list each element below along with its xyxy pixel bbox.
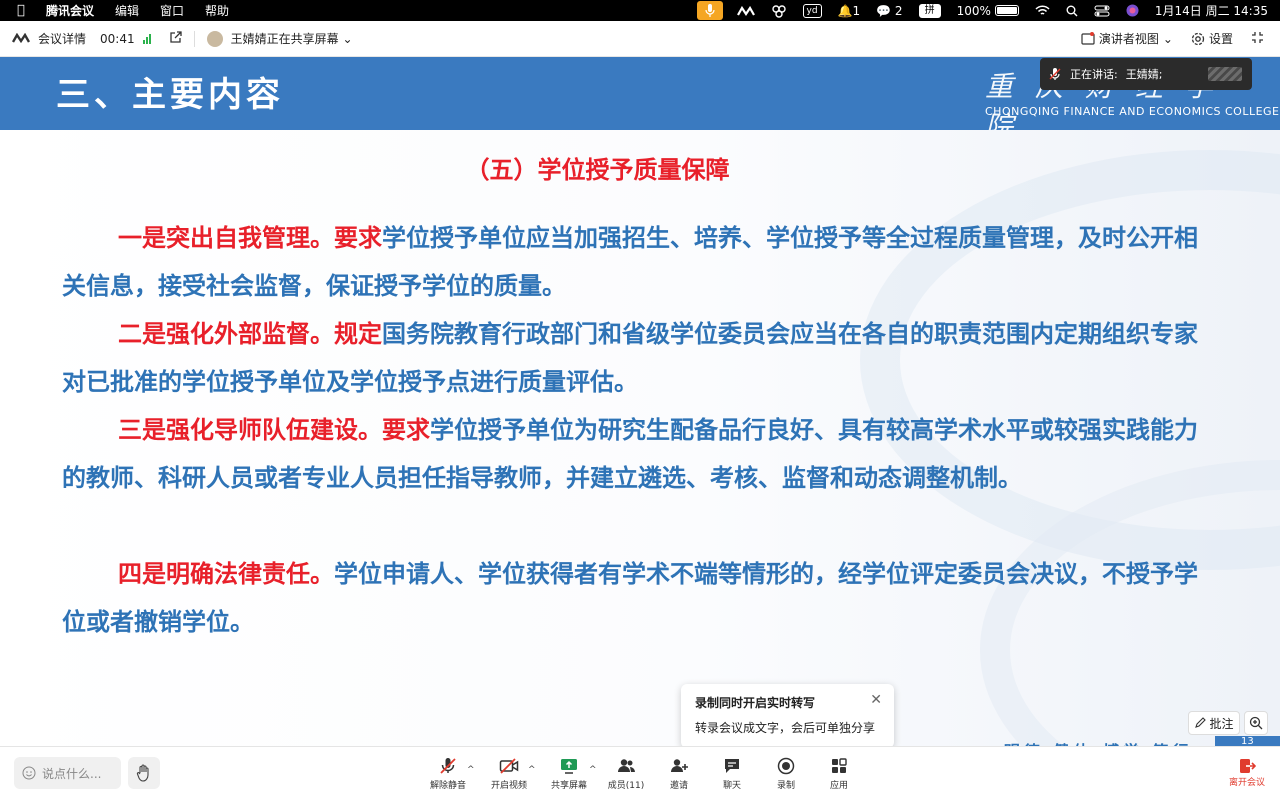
apple-menu-icon[interactable]:  (17, 3, 33, 18)
fullscreen-exit-icon[interactable] (1251, 31, 1264, 47)
battery-icon (994, 5, 1019, 16)
emoji-icon (22, 766, 36, 780)
members-button[interactable]: 成员(11) (601, 757, 651, 791)
share-screen-icon (561, 759, 577, 774)
share-screen-button[interactable]: 共享屏幕 (544, 757, 594, 791)
youdao-tray-icon[interactable]: yd (795, 0, 830, 21)
active-speaker-toast: 正在讲话: 王婧婧; (1040, 58, 1252, 90)
menu-help[interactable]: 帮助 (205, 2, 229, 19)
sharing-status-dropdown[interactable]: 王婧婧正在共享屏幕 ⌄ (231, 30, 353, 47)
add-user-icon (671, 759, 688, 772)
apps-grid-icon (832, 758, 847, 773)
presenter-view-icon (1081, 32, 1095, 45)
network-signal-icon[interactable] (142, 33, 151, 44)
leave-meeting-button[interactable]: 离开会议 (1222, 757, 1272, 788)
slide-paragraph: 四是明确法律责任。学位申请人、学位获得者有学术不端等情形的，经学位评定委员会决议… (62, 560, 1198, 636)
meeting-toolbar: 说点什么... 解除静音 ^ 开启视频 ^ 共享屏幕 ^ 成员(11) 邀请 聊… (0, 746, 1280, 800)
meeting-topbar: 会议详情 00:41 王婧婧正在共享屏幕 ⌄ 演讲者视图 ⌄ 设置 (0, 21, 1280, 57)
macos-menubar:  腾讯会议 编辑 窗口 帮助 yd 🔔1 💬 2 拼 100% 1月14日 周… (0, 0, 1280, 21)
members-icon (618, 759, 635, 772)
meeting-logo-icon (11, 32, 31, 46)
chat-icon (725, 759, 739, 773)
pen-icon (1195, 717, 1207, 728)
battery-percent: 100% (956, 3, 991, 18)
unmute-button[interactable]: 解除静音 (423, 757, 473, 791)
app-tray-icon[interactable] (763, 0, 795, 21)
speaking-label: 正在讲话: (1070, 68, 1118, 81)
notification-bell-icon[interactable]: 🔔 1 (830, 0, 869, 21)
microphone-status-icon[interactable] (696, 1, 723, 20)
raise-hand-icon (136, 764, 149, 782)
input-method-icon[interactable]: 拼 (911, 0, 949, 21)
shared-slide: （五）学位授予质量保障 一是突出自我管理。要求学位授予单位应当加强招生、培养、学… (0, 130, 1280, 746)
annotate-button[interactable]: 批注 (1188, 711, 1240, 735)
camera-off-icon (499, 758, 519, 774)
share-options-caret[interactable]: ^ (589, 765, 597, 775)
zoom-in-button[interactable] (1244, 711, 1268, 735)
popup-title: 录制同时开启实时转写 (695, 696, 816, 710)
slide-paragraph: 二是强化外部监督。规定国务院教育行政部门和省级学位委员会应当在各自的职责范围内定… (62, 320, 1198, 396)
record-button[interactable]: 录制 (761, 757, 811, 791)
college-logo-english: CHONGQING FINANCE AND ECONOMICS COLLEGE (985, 105, 1280, 118)
chat-placeholder: 说点什么... (42, 766, 102, 781)
chat-button[interactable]: 聊天 (707, 757, 757, 791)
slide-subtitle: （五）学位授予质量保障 (465, 156, 730, 184)
chevron-down-icon: ⌄ (342, 32, 353, 46)
menu-window[interactable]: 窗口 (160, 2, 184, 19)
battery-indicator[interactable]: 100% (949, 0, 1027, 21)
unmute-options-caret[interactable]: ^ (467, 765, 475, 775)
apps-button[interactable]: 应用 (814, 757, 864, 791)
settings-button[interactable]: 设置 (1191, 30, 1233, 47)
gear-icon (1191, 32, 1205, 45)
presenter-view-button[interactable]: 演讲者视图 ⌄ (1081, 30, 1173, 47)
close-icon[interactable]: ✕ (870, 692, 882, 708)
tencent-meeting-tray-icon[interactable] (729, 0, 763, 21)
wechat-count: 2 (894, 3, 903, 18)
siri-icon[interactable] (1118, 0, 1147, 21)
wifi-icon[interactable] (1027, 0, 1058, 21)
zoom-in-icon (1249, 716, 1263, 730)
transcription-tip-popup: 录制同时开启实时转写 转录会议成文字，会后可单独分享 ✕ (681, 684, 894, 748)
control-center-icon[interactable] (1086, 0, 1118, 21)
menu-edit[interactable]: 编辑 (115, 2, 139, 19)
exit-icon (1240, 759, 1256, 773)
divider (193, 30, 195, 47)
chat-quick-input[interactable]: 说点什么... (14, 757, 121, 789)
video-options-caret[interactable]: ^ (528, 765, 536, 775)
meeting-details-button[interactable]: 会议详情 (38, 30, 86, 47)
record-icon (777, 757, 795, 775)
invite-button[interactable]: 邀请 (654, 757, 704, 791)
spotlight-search-icon[interactable] (1058, 0, 1086, 21)
raise-hand-button[interactable] (128, 757, 160, 789)
meeting-timer: 00:41 (100, 31, 135, 46)
audio-level-indicator (1208, 67, 1242, 81)
sharer-avatar (206, 30, 223, 47)
start-video-button[interactable]: 开启视频 (484, 757, 534, 791)
menu-app-name[interactable]: 腾讯会议 (46, 2, 94, 19)
slide-paragraph: 三是强化导师队伍建设。要求学位授予单位为研究生配备品行良好、具有较高学术水平或较… (62, 416, 1198, 492)
external-window-icon[interactable] (169, 30, 182, 47)
wechat-icon[interactable]: 💬 2 (868, 0, 910, 21)
slide-title: 三、主要内容 (56, 75, 284, 115)
speaking-mic-icon (1049, 68, 1061, 80)
popup-body: 转录会议成文字，会后可单独分享 (695, 721, 876, 735)
datetime[interactable]: 1月14日 周二 14:35 (1147, 0, 1280, 21)
mic-muted-icon (440, 758, 456, 774)
notification-count: 1 (852, 3, 861, 18)
slide-paragraph: 一是突出自我管理。要求学位授予单位应当加强招生、培养、学位授予等全过程质量管理，… (62, 224, 1198, 300)
speaker-name: 王婧婧; (1125, 68, 1163, 81)
